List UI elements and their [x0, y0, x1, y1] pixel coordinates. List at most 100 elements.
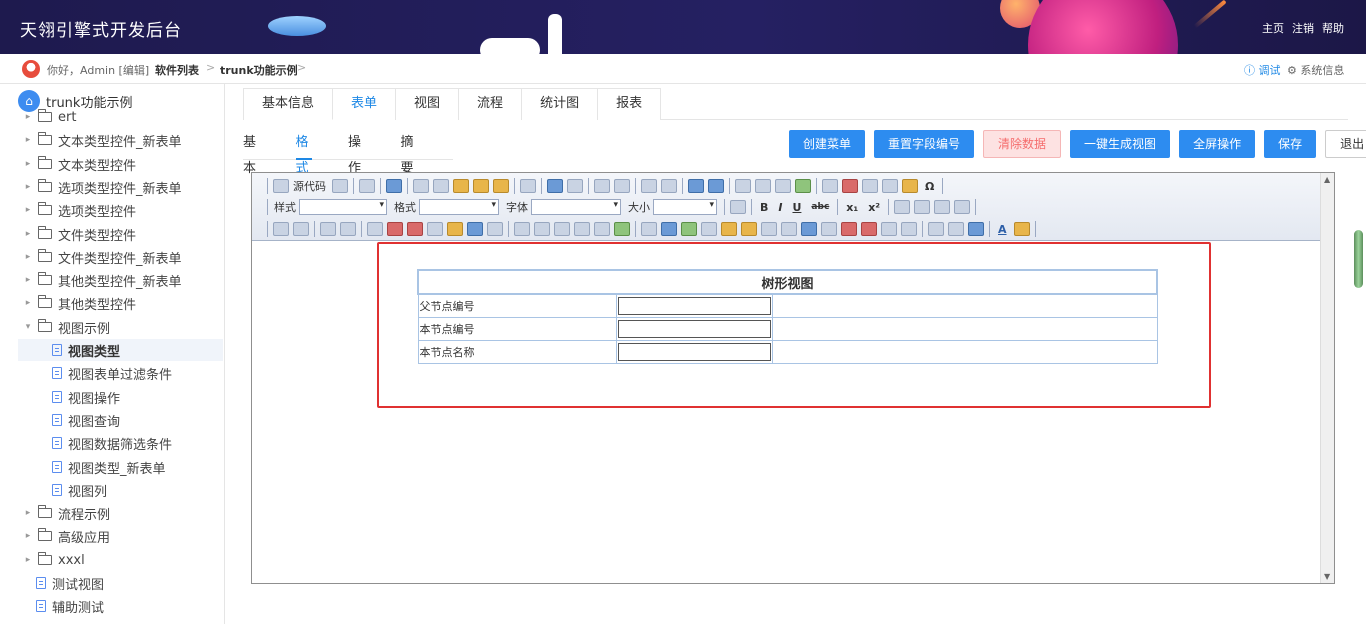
expand-arrow-icon[interactable]: ▸	[22, 508, 34, 518]
preview-icon[interactable]	[359, 179, 375, 193]
location-field-icon[interactable]	[741, 222, 757, 236]
special-char-icon[interactable]: Ω	[925, 180, 934, 193]
tab-field-icon[interactable]	[554, 222, 570, 236]
web-field-icon[interactable]	[821, 222, 837, 236]
include-field-icon[interactable]	[534, 222, 550, 236]
anchor-icon[interactable]	[968, 222, 984, 236]
save-button[interactable]: 保存	[1264, 130, 1317, 158]
tree-node[interactable]: ▾ 视图示例	[22, 316, 110, 338]
paste-word-icon[interactable]	[493, 179, 509, 193]
number-field-icon[interactable]	[881, 222, 897, 236]
list-field-icon[interactable]	[614, 222, 630, 236]
select-all-icon[interactable]	[641, 179, 657, 193]
strike-button[interactable]: abc	[811, 202, 829, 212]
find-icon[interactable]	[594, 179, 610, 193]
smiley-icon[interactable]	[902, 179, 918, 193]
color-field-icon[interactable]	[841, 222, 857, 236]
numbered-list-icon[interactable]	[688, 179, 704, 193]
align-center-icon[interactable]	[914, 200, 931, 214]
tree-node[interactable]: ▸ 文件类型控件	[22, 223, 136, 245]
user-field-icon[interactable]	[407, 222, 423, 236]
scroll-up-icon[interactable]: ▲	[1324, 175, 1330, 184]
bold-button[interactable]: B	[760, 201, 768, 214]
hidden-field-icon[interactable]	[514, 222, 530, 236]
size-select[interactable]	[653, 199, 717, 215]
create-menu-button[interactable]: 创建菜单	[789, 130, 866, 158]
delete-field-icon[interactable]	[861, 222, 877, 236]
unlink-icon[interactable]	[948, 222, 964, 236]
underline-button[interactable]: U	[792, 201, 801, 214]
indent-icon[interactable]	[755, 179, 771, 193]
tab-flow[interactable]: 流程	[458, 88, 523, 120]
department-field-icon[interactable]	[427, 222, 443, 236]
copy-icon[interactable]	[433, 179, 449, 193]
subscript-button[interactable]: x₁	[846, 201, 858, 214]
camera-field-icon[interactable]	[701, 222, 717, 236]
tree-node[interactable]: 视图类型_新表单	[38, 456, 166, 478]
tab-chart[interactable]: 统计图	[521, 88, 599, 120]
subtab-operation[interactable]: 操作	[348, 130, 365, 176]
table-icon[interactable]	[862, 179, 878, 193]
undo-icon[interactable]	[547, 179, 563, 193]
tree-node[interactable]: ▸ 文本类型控件	[22, 153, 136, 175]
subtab-summary[interactable]: 摘要	[401, 130, 418, 176]
breadcrumb-software-list[interactable]: 软件列表	[155, 62, 199, 78]
expand-arrow-icon[interactable]: ▸	[22, 135, 34, 145]
checkbox-field-icon[interactable]	[273, 222, 289, 236]
template-icon[interactable]	[386, 179, 402, 193]
tree-field-icon[interactable]	[447, 222, 463, 236]
replace-icon[interactable]	[614, 179, 630, 193]
tree-node[interactable]: ▸ 其他类型控件_新表单	[22, 269, 182, 291]
tree-node[interactable]: ▸ 高级应用	[22, 525, 110, 547]
spellcheck-icon[interactable]	[520, 179, 536, 193]
user-greeting[interactable]: 你好，Admin [编辑]	[47, 62, 149, 78]
word-field-icon[interactable]	[801, 222, 817, 236]
paste-icon[interactable]	[453, 179, 469, 193]
expand-arrow-icon[interactable]: ▸	[22, 252, 34, 262]
tree-node[interactable]: 视图列	[38, 479, 107, 501]
help-link[interactable]: 帮助	[1322, 20, 1344, 36]
tree-node[interactable]: ▸ 选项类型控件	[22, 199, 136, 221]
breadcrumb-current[interactable]: trunk功能示例	[220, 62, 298, 78]
line-field-icon[interactable]	[901, 222, 917, 236]
align-justify-icon[interactable]	[954, 200, 971, 214]
source-code-button[interactable]: 源代码	[293, 178, 326, 194]
exit-button[interactable]: 退出	[1325, 130, 1366, 158]
image-field-icon[interactable]	[681, 222, 697, 236]
textarea-icon[interactable]	[340, 222, 356, 236]
node-number-input[interactable]	[617, 319, 771, 338]
reset-field-number-button[interactable]: 重置字段编号	[874, 130, 975, 158]
tree-node[interactable]: 视图数据筛选条件	[38, 432, 172, 454]
logout-link[interactable]: 注销	[1292, 20, 1314, 36]
superscript-button[interactable]: x²	[868, 201, 880, 214]
expand-arrow-icon[interactable]: ▸	[22, 159, 34, 169]
scroll-down-icon[interactable]: ▼	[1324, 572, 1330, 581]
radio-field-icon[interactable]	[293, 222, 309, 236]
source-icon[interactable]	[273, 179, 289, 193]
fullscreen-button[interactable]: 全屏操作	[1179, 130, 1256, 158]
tab-view[interactable]: 视图	[395, 88, 460, 120]
system-info-link[interactable]: ⚙ 系统信息	[1287, 62, 1344, 78]
format-select[interactable]	[419, 199, 499, 215]
expand-arrow-icon[interactable]: ▸	[22, 182, 34, 192]
tree-node[interactable]: ▸ xxxl	[22, 549, 85, 571]
maximize-icon[interactable]	[730, 200, 746, 214]
map-field-icon[interactable]	[721, 222, 737, 236]
debug-link[interactable]: ⓘ 调试	[1244, 62, 1281, 78]
node-name-input[interactable]	[617, 342, 771, 361]
editor-scrollbar[interactable]: ▲ ▼	[1320, 173, 1334, 583]
tab-basic-info[interactable]: 基本信息	[243, 88, 334, 120]
align-left-icon[interactable]	[894, 200, 911, 214]
font-color-button[interactable]: A	[998, 223, 1007, 236]
subtab-basic[interactable]: 基本	[243, 130, 260, 176]
tab-report[interactable]: 报表	[597, 88, 662, 120]
page-scrollbar-thumb[interactable]	[1354, 230, 1363, 288]
parent-node-number-input[interactable]	[617, 296, 771, 315]
link-icon[interactable]	[928, 222, 944, 236]
expand-arrow-icon[interactable]: ▸	[22, 205, 34, 215]
tree-node[interactable]: ▸ 选项类型控件_新表单	[22, 176, 182, 198]
cut-icon[interactable]	[413, 179, 429, 193]
tree-node[interactable]: 视图操作	[38, 386, 120, 408]
eraser-icon[interactable]	[661, 179, 677, 193]
generate-view-button[interactable]: 一键生成视图	[1070, 130, 1171, 158]
